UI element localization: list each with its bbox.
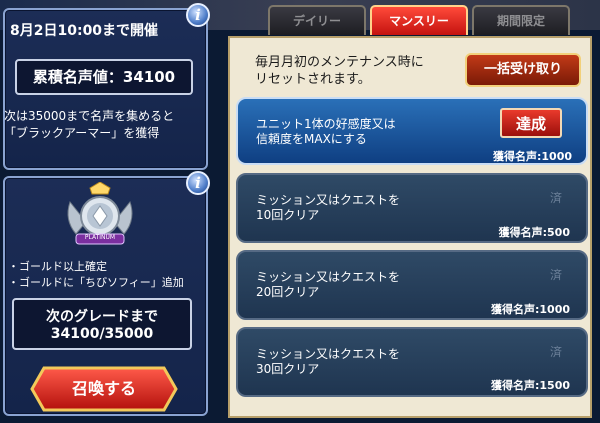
mission-reward: 獲得名声:1000	[490, 303, 570, 316]
mission-reward: 獲得名声:1000	[492, 150, 572, 163]
completed-mark: 済	[550, 191, 563, 205]
mission-text-2: 信頼度をMAXにする	[256, 132, 367, 146]
next-grade-value: 34100/35000	[50, 326, 154, 342]
summon-button[interactable]: 召喚する	[30, 366, 178, 412]
event-info-icon[interactable]: i	[186, 3, 210, 27]
mission-text-2: 30回クリア	[256, 362, 320, 376]
bulk-claim-button[interactable]: 一括受け取り	[465, 53, 581, 87]
mission-text-1: ユニット1体の好感度又は	[256, 117, 396, 131]
mission-text-1: ミッション又はクエストを	[256, 193, 401, 207]
mission-text-2: 20回クリア	[256, 285, 320, 299]
tab-daily[interactable]: デイリー	[268, 5, 366, 35]
reset-notice-2: リセットされます。	[255, 72, 371, 87]
grade-bullet-2: ・ゴールドに「ちびソフィー」追加	[8, 276, 184, 289]
completed-mark: 済	[550, 345, 563, 359]
mission-text-2: 10回クリア	[256, 208, 320, 222]
mission-reward: 獲得名声:1500	[490, 379, 570, 392]
next-reward-text-1: 次は35000まで名声を集めると	[4, 109, 175, 123]
total-fame-box: 累積名声値：34100	[15, 59, 193, 95]
mission-reward: 獲得名声:500	[498, 226, 570, 239]
platinum-badge-icon	[67, 182, 133, 245]
grade-bullet-1: ・ゴールド以上確定	[8, 260, 107, 273]
event-period: 8月2日10:00まで開催	[10, 23, 159, 39]
tab-monthly[interactable]: マンスリー	[370, 5, 468, 35]
next-grade-title: 次のグレードまで	[46, 309, 158, 325]
grade-info-icon[interactable]: i	[186, 171, 210, 195]
mission-text-1: ミッション又はクエストを	[256, 347, 401, 361]
tab-limited[interactable]: 期間限定	[472, 5, 570, 35]
next-reward-text-2: 「ブラックアーマー」を獲得	[4, 126, 160, 140]
mission-text-1: ミッション又はクエストを	[256, 270, 401, 284]
completed-mark: 済	[550, 268, 563, 282]
platinum-badge-label: PLATINUM	[84, 234, 116, 241]
achieve-button[interactable]: 達成	[500, 108, 562, 138]
